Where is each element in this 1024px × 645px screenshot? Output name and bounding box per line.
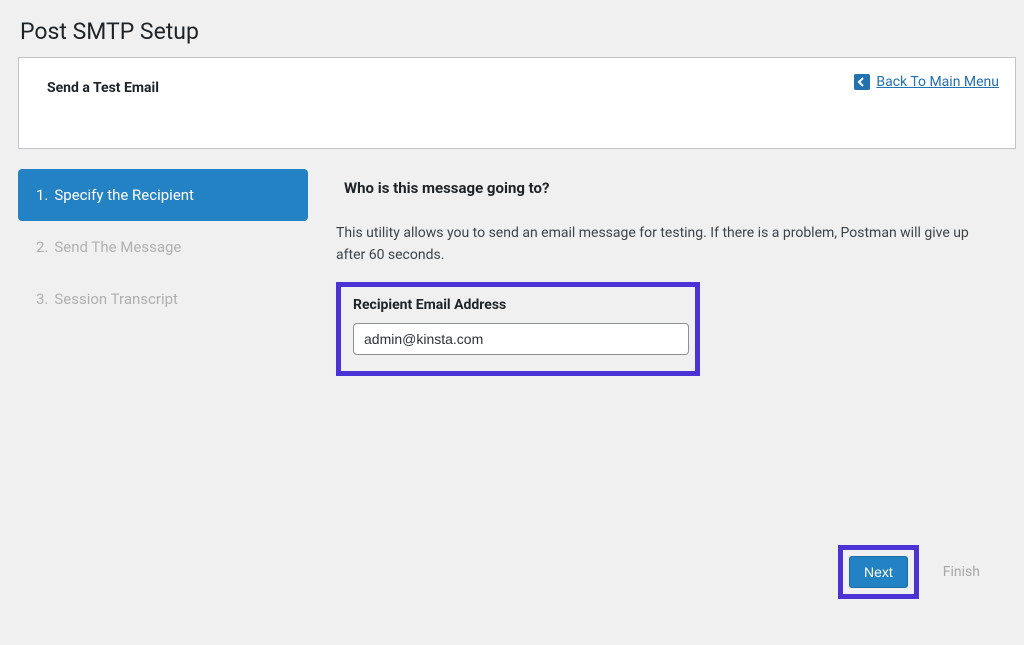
step-label: Specify the Recipient <box>54 186 194 204</box>
finish-button: Finish <box>943 564 980 580</box>
back-link-wrap: Back To Main Menu <box>854 74 999 90</box>
card-title: Send a Test Email <box>47 80 987 96</box>
next-button[interactable]: Next <box>849 556 908 588</box>
wizard: 1. Specify the Recipient 2. Send The Mes… <box>18 169 1016 609</box>
recipient-email-input[interactable] <box>353 323 689 355</box>
footer-actions: Next Finish <box>838 545 980 599</box>
step-send-message[interactable]: 2. Send The Message <box>18 221 308 273</box>
recipient-highlight-box: Recipient Email Address <box>336 282 700 376</box>
step-number: 1. <box>36 186 48 204</box>
step-session-transcript[interactable]: 3. Session Transcript <box>18 273 308 325</box>
next-highlight-box: Next <box>838 545 919 599</box>
page-title: Post SMTP Setup <box>0 0 1024 57</box>
step-label: Send The Message <box>54 238 181 256</box>
back-to-main-menu-link[interactable]: Back To Main Menu <box>876 74 999 90</box>
wizard-content: Who is this message going to? This utili… <box>336 169 1016 609</box>
content-description: This utility allows you to send an email… <box>336 223 980 266</box>
wizard-steps: 1. Specify the Recipient 2. Send The Mes… <box>18 169 308 609</box>
step-specify-recipient[interactable]: 1. Specify the Recipient <box>18 169 308 221</box>
recipient-email-label: Recipient Email Address <box>353 297 683 313</box>
arrow-left-icon <box>854 74 870 90</box>
step-label: Session Transcript <box>54 290 178 308</box>
content-heading: Who is this message going to? <box>336 179 980 197</box>
header-card: Send a Test Email Back To Main Menu <box>18 57 1016 149</box>
step-number: 2. <box>36 238 48 256</box>
step-number: 3. <box>36 290 48 308</box>
